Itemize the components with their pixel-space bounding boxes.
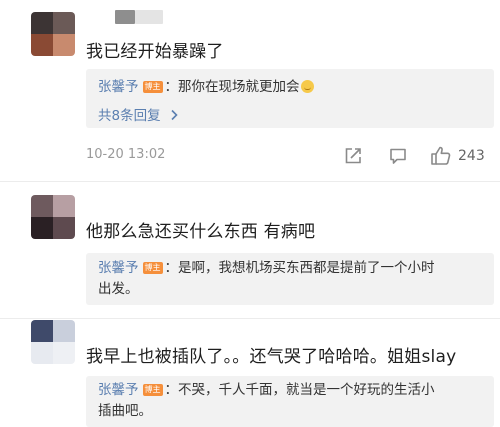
reply-line: 张馨予 博主 ：是啊，我想机场买东西都是提前了一个小时 bbox=[98, 259, 435, 277]
reply-line-continued: 插曲吧。 bbox=[98, 403, 152, 419]
chevron-right-icon bbox=[171, 109, 178, 121]
username-redacted[interactable] bbox=[115, 10, 135, 24]
reply-box[interactable]: 张馨予 博主 ：是啊，我想机场买东西都是提前了一个小时 出发。 bbox=[86, 253, 494, 305]
blogger-badge: 博主 bbox=[142, 384, 163, 396]
reply-box[interactable]: 张馨予 博主 ：不哭，千人千面，就当是一个好玩的生活小 插曲吧。 bbox=[86, 376, 494, 427]
blogger-badge: 博主 bbox=[142, 81, 163, 93]
thumbs-up-icon[interactable] bbox=[430, 145, 452, 166]
smiling-face-emoji-icon bbox=[300, 80, 314, 93]
reply-author[interactable]: 张馨予 bbox=[98, 79, 139, 95]
reply-author[interactable]: 张馨予 bbox=[98, 260, 139, 276]
reply-author[interactable]: 张馨予 bbox=[98, 382, 139, 398]
reply-line: 张馨予 博主 ：不哭，千人千面，就当是一个好玩的生活小 bbox=[98, 381, 435, 399]
comment-text: 我早上也被插队了。。还气哭了哈哈哈。姐姐slay bbox=[86, 347, 457, 367]
comment-timestamp: 10-20 13:02 bbox=[86, 147, 166, 162]
reply-text: ：是啊，我想机场买东西都是提前了一个小时 bbox=[164, 260, 435, 276]
avatar[interactable] bbox=[31, 320, 75, 364]
divider bbox=[0, 181, 500, 182]
like-count: 243 bbox=[458, 148, 485, 164]
share-icon[interactable] bbox=[343, 146, 363, 166]
comment-text: 我已经开始暴躁了 bbox=[86, 42, 224, 62]
reply-text: ：那你在现场就更加会 bbox=[164, 79, 300, 95]
comment-icon[interactable] bbox=[388, 146, 408, 166]
comment-text: 他那么急还买什么东西 有病吧 bbox=[86, 222, 316, 242]
username-redacted-tail bbox=[135, 10, 163, 24]
blogger-badge: 博主 bbox=[142, 262, 163, 274]
view-more-replies-link[interactable]: 共8条回复 bbox=[98, 104, 179, 124]
avatar[interactable] bbox=[31, 12, 75, 56]
reply-text: ：不哭，千人千面，就当是一个好玩的生活小 bbox=[164, 382, 435, 398]
reply-box[interactable]: 张馨予 博主 ：那你在现场就更加会 共8条回复 bbox=[86, 69, 494, 128]
more-replies-label: 共8条回复 bbox=[98, 108, 161, 124]
reply-line: 张馨予 博主 ：那你在现场就更加会 bbox=[98, 78, 314, 96]
reply-line-continued: 出发。 bbox=[98, 281, 139, 297]
avatar[interactable] bbox=[31, 195, 75, 239]
divider bbox=[0, 318, 500, 319]
